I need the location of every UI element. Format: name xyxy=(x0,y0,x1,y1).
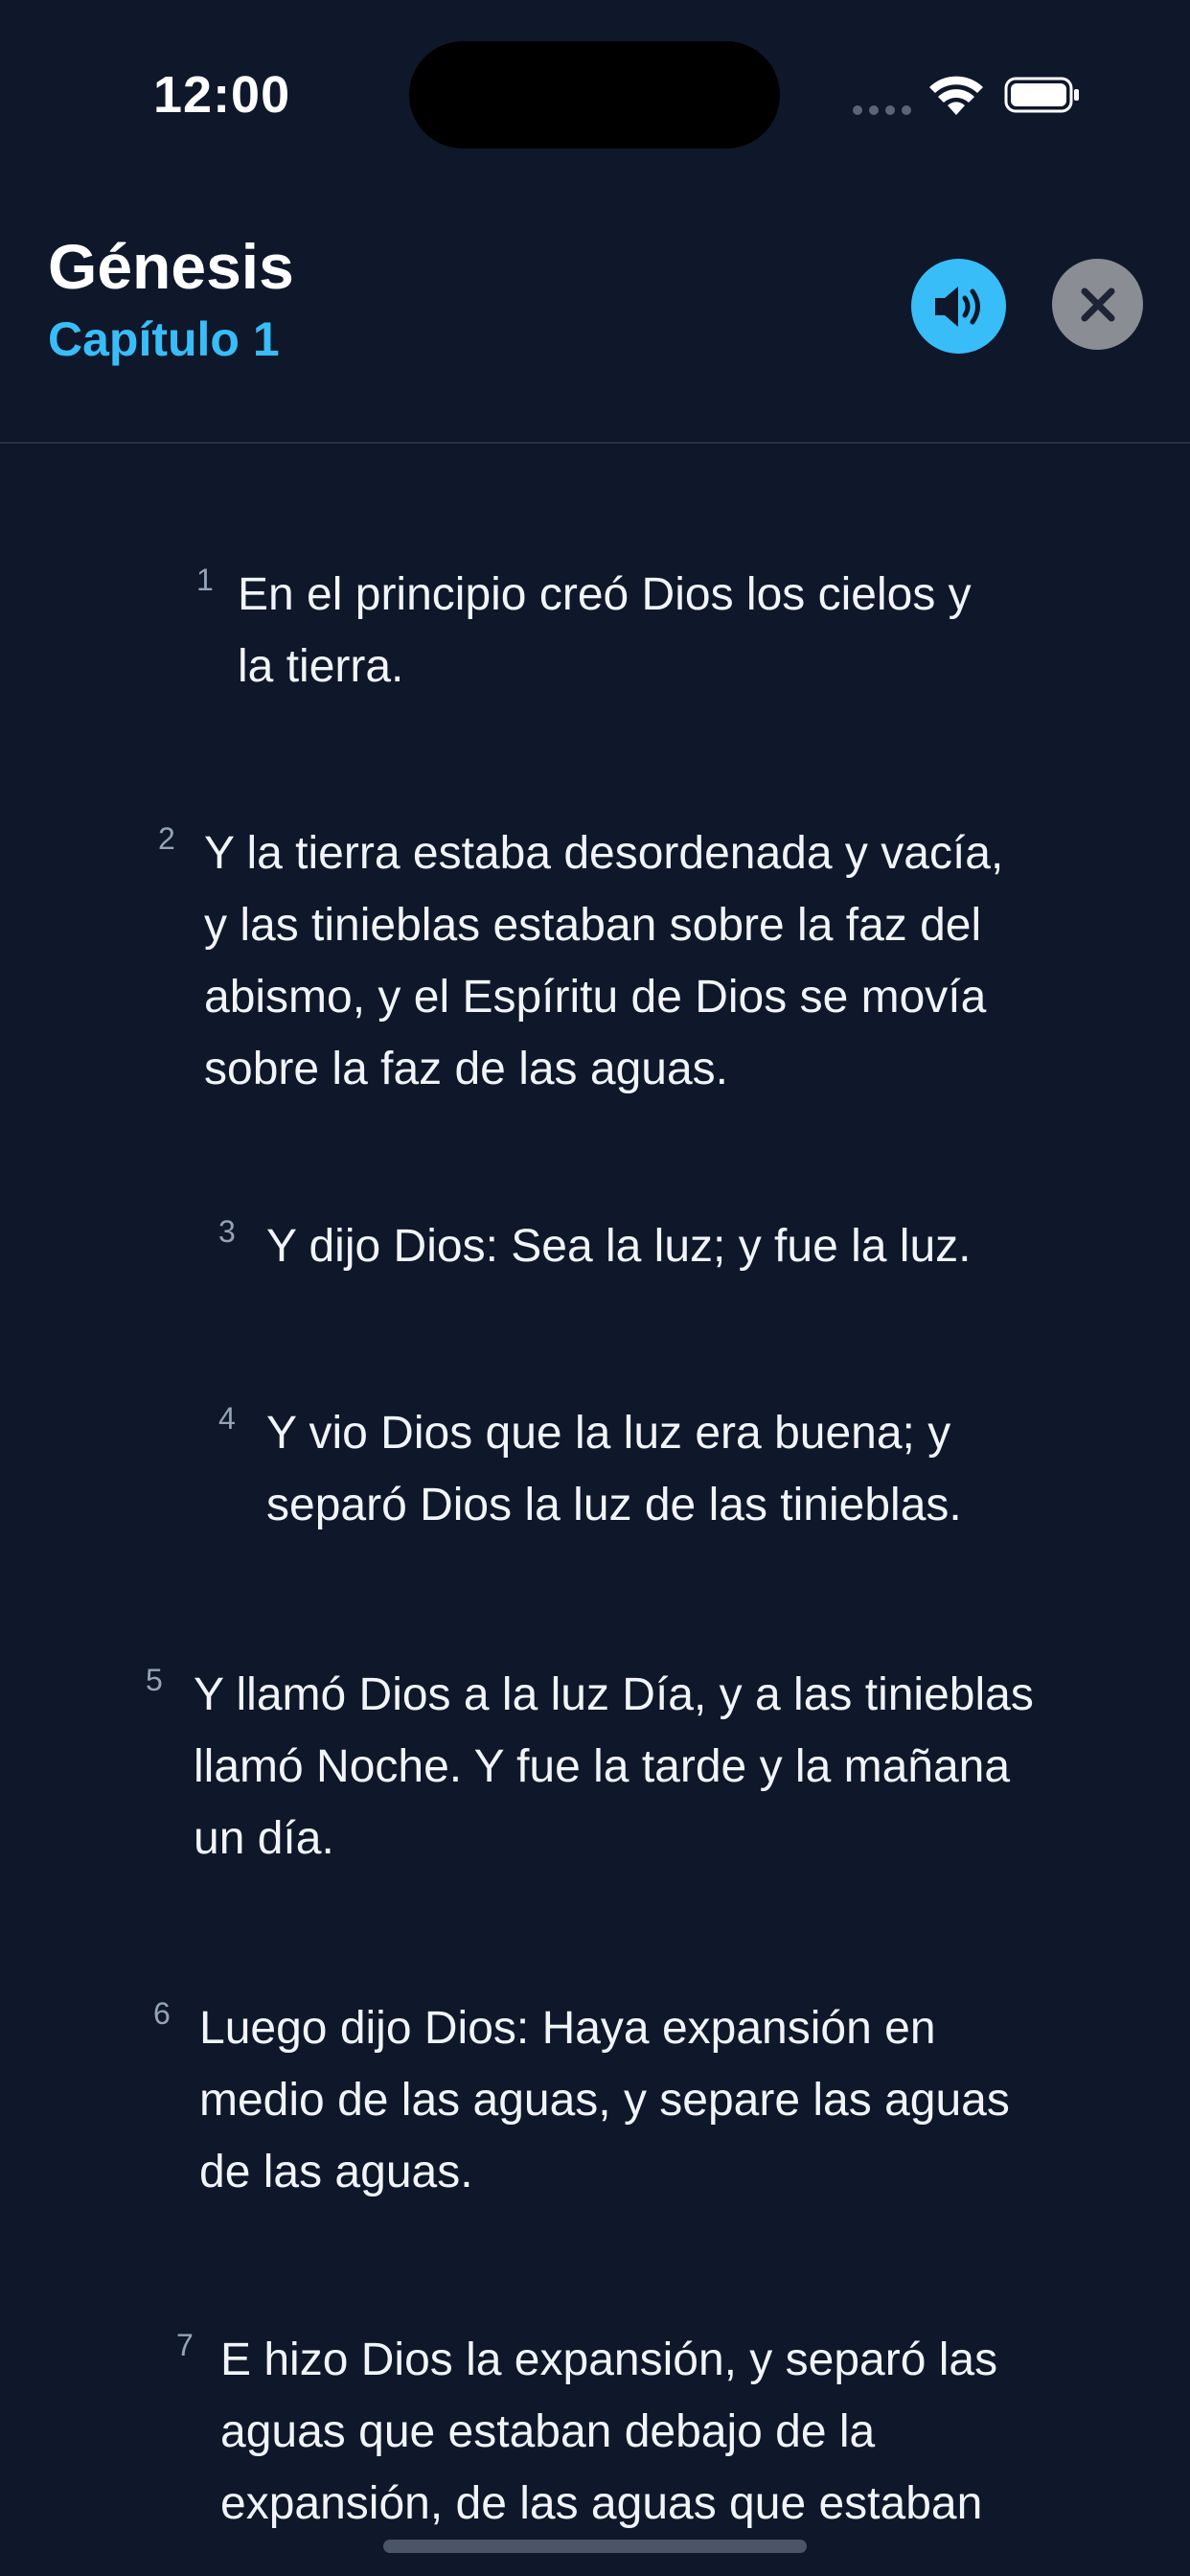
verse-item[interactable]: 1 En el principio creó Dios los cielos y… xyxy=(196,559,972,702)
verse-item[interactable]: 7 E hizo Dios la expansión, y separó las… xyxy=(176,2324,997,2540)
dynamic-island xyxy=(409,41,780,149)
verse-line: medio de las aguas, y separe las aguas xyxy=(199,2075,1010,2126)
verse-item[interactable]: 3 Y dijo Dios: Sea la luz; y fue la luz. xyxy=(218,1210,972,1282)
verse-line: y las tinieblas estaban sobre la faz del xyxy=(204,900,982,951)
verse-line: sobre la faz de las aguas. xyxy=(204,1044,729,1094)
verse-line: En el principio creó Dios los cielos y xyxy=(238,569,972,620)
verse-line: la tierra. xyxy=(238,641,404,692)
verse-line: de las aguas. xyxy=(199,2147,473,2197)
verse-line: Y llamó Dios a la luz Día, y a las tinie… xyxy=(194,1669,1034,1720)
verse-line: un día. xyxy=(194,1813,334,1864)
verse-line: Y dijo Dios: Sea la luz; y fue la luz. xyxy=(266,1221,972,1272)
reader-header: Génesis Capítulo 1 xyxy=(0,192,1190,444)
status-time: 12:00 xyxy=(153,66,291,124)
verse-line: abismo, y el Espíritu de Dios se movía xyxy=(204,972,987,1023)
cellular-signal-icon xyxy=(853,105,912,117)
verse-line: separó Dios la luz de las tinieblas. xyxy=(266,1480,962,1530)
verse-number: 7 xyxy=(176,2328,194,2362)
verse-number: 4 xyxy=(218,1401,236,1436)
verse-line: expansión, de las aguas que estaban xyxy=(220,2478,983,2529)
verse-line: aguas que estaban debajo de la xyxy=(220,2406,876,2457)
verse-item[interactable]: 4 Y vio Dios que la luz era buena; y sep… xyxy=(218,1397,962,1541)
reader-screen: 12:00 Génesis Capítulo 1 1 En el princip… xyxy=(0,0,1190,2576)
verse-number: 5 xyxy=(146,1663,163,1697)
audio-button[interactable] xyxy=(911,259,1006,354)
wifi-icon xyxy=(929,76,983,115)
close-button[interactable] xyxy=(1052,259,1143,350)
verse-line: Luego dijo Dios: Haya expansión en xyxy=(199,2003,936,2054)
status-bar: 12:00 xyxy=(0,0,1190,192)
verse-number: 2 xyxy=(158,821,175,856)
verse-item[interactable]: 2 Y la tierra estaba desordenada y vacía… xyxy=(158,817,1003,1105)
verse-number: 3 xyxy=(218,1214,236,1249)
close-icon xyxy=(1081,288,1114,321)
battery-icon xyxy=(1004,77,1079,113)
verse-line: Y vio Dios que la luz era buena; y xyxy=(266,1408,951,1459)
chapter-label[interactable]: Capítulo 1 xyxy=(48,311,280,367)
book-title: Génesis xyxy=(48,231,294,302)
verse-number: 1 xyxy=(196,563,214,597)
verse-line: llamó Noche. Y fue la tarde y la mañana xyxy=(194,1741,1011,1792)
speaker-icon xyxy=(934,286,980,327)
verse-line: Y la tierra estaba desordenada y vacía, xyxy=(204,828,1004,879)
verse-line: E hizo Dios la expansión, y separó las xyxy=(220,2334,998,2385)
verse-number: 6 xyxy=(153,1996,171,2031)
verse-item[interactable]: 6 Luego dijo Dios: Haya expansión en med… xyxy=(153,1992,1010,2208)
verse-item[interactable]: 5 Y llamó Dios a la luz Día, y a las tin… xyxy=(146,1659,1034,1874)
home-indicator[interactable] xyxy=(383,2540,807,2553)
